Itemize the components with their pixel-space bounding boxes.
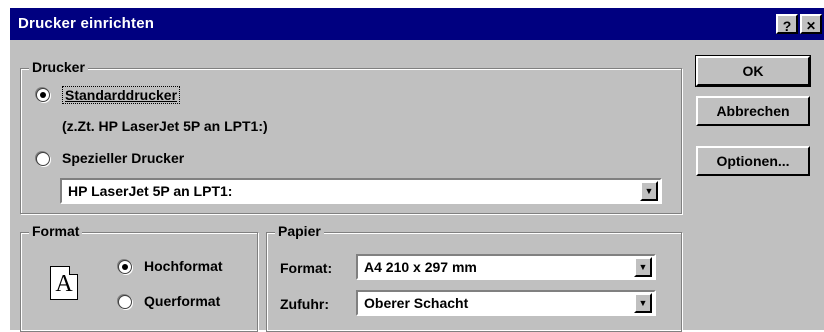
landscape-label[interactable]: Querformat (144, 293, 220, 309)
standard-printer-label[interactable]: Standarddrucker (62, 86, 181, 104)
paper-source-select[interactable]: Oberer Schacht ▼ (356, 290, 656, 316)
paper-format-label: Format: (280, 260, 333, 276)
printer-setup-dialog: Drucker einrichten ? ✕ Drucker Standardd… (8, 6, 824, 332)
special-printer-select[interactable]: HP LaserJet 5P an LPT1: ▼ (60, 178, 662, 204)
cancel-button[interactable]: Abbrechen (696, 96, 810, 126)
paper-group-legend: Papier (275, 223, 324, 239)
paper-format-value: A4 210 x 297 mm (364, 259, 477, 275)
chevron-down-icon[interactable]: ▼ (634, 257, 652, 277)
page-orientation-icon: A (50, 266, 78, 300)
help-button[interactable]: ? (776, 14, 798, 34)
format-group-legend: Format (29, 223, 83, 239)
window-title: Drucker einrichten (18, 15, 155, 32)
chevron-down-icon[interactable]: ▼ (634, 293, 652, 313)
paper-source-value: Oberer Schacht (364, 295, 469, 311)
current-printer-text: (z.Zt. HP LaserJet 5P an LPT1:) (62, 118, 268, 134)
landscape-radio[interactable] (118, 295, 132, 309)
paper-source-label: Zufuhr: (280, 296, 329, 312)
special-printer-value: HP LaserJet 5P an LPT1: (68, 183, 233, 199)
ok-button[interactable]: OK (695, 55, 811, 87)
standard-printer-radio[interactable] (36, 88, 50, 102)
special-printer-radio[interactable] (36, 152, 50, 166)
paper-format-select[interactable]: A4 210 x 297 mm ▼ (356, 254, 656, 280)
title-bar: Drucker einrichten ? ✕ (10, 8, 824, 40)
portrait-radio[interactable] (118, 260, 132, 274)
close-button[interactable]: ✕ (800, 14, 822, 34)
portrait-label[interactable]: Hochformat (144, 258, 223, 274)
special-printer-label[interactable]: Spezieller Drucker (62, 150, 184, 166)
options-button[interactable]: Optionen... (696, 146, 810, 176)
chevron-down-icon[interactable]: ▼ (640, 181, 658, 201)
paper-group: Papier (266, 223, 682, 332)
printer-group-legend: Drucker (29, 59, 88, 75)
